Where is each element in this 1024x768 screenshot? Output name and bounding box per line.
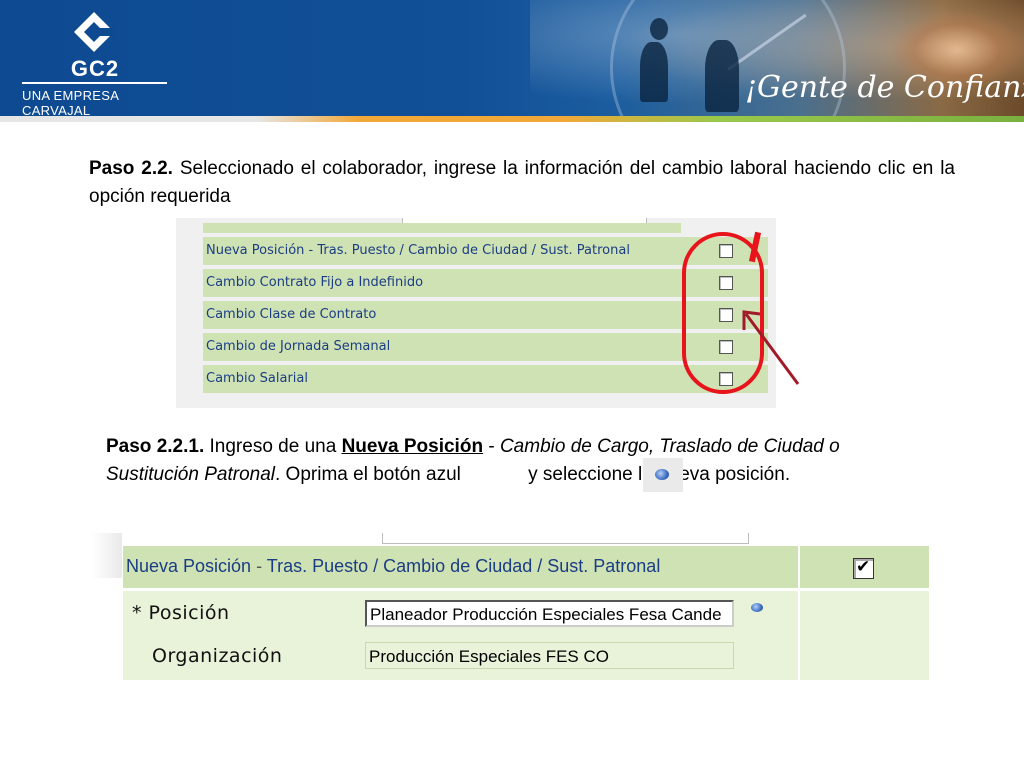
lov-search-icon — [655, 469, 669, 480]
step-text: . Oprima el botón azul — [275, 464, 461, 485]
screenshot-top-strip — [203, 223, 681, 233]
person-silhouette — [650, 18, 668, 40]
form-body: * Posición Planeador Producción Especial… — [123, 591, 798, 680]
step-text: Ingreso de una — [209, 436, 337, 457]
position-label: * Posición — [132, 602, 230, 624]
company-logo: GC2 UNA EMPRESA CARVAJAL — [20, 10, 170, 116]
option-label: Cambio de Jornada Semanal — [206, 339, 391, 354]
logo-text: GC2 — [70, 56, 120, 81]
screenshot-top-frame — [382, 533, 749, 544]
logo-subtitle: UNA EMPRESA CARVAJAL — [22, 88, 119, 116]
person-silhouette — [640, 42, 668, 102]
organization-label: Organización — [152, 645, 283, 667]
slogan: ¡Gente de Confianza! — [745, 70, 1024, 105]
step-dash: - — [488, 436, 495, 457]
step-instruction-sub: Paso 2.2.1. Ingreso de una Nueva Posició… — [106, 433, 926, 489]
option-label: Nueva Posición - Tras. Puesto / Cambio d… — [206, 243, 630, 258]
form-header-label: Nueva Posición - Tras. Puesto / Cambio d… — [126, 556, 660, 577]
header-color-stripe — [0, 116, 1024, 122]
annotation-arrow-icon — [742, 310, 800, 385]
form-screenshot: Nueva Posición - Tras. Puesto / Cambio d… — [92, 533, 932, 683]
option-label: Cambio Salarial — [206, 371, 308, 386]
logo-rule — [22, 82, 167, 84]
checkbox-icon[interactable] — [853, 557, 874, 579]
header-banner: GC2 UNA EMPRESA CARVAJAL ¡Gente de Confi… — [0, 0, 1024, 116]
lov-search-icon[interactable] — [751, 603, 763, 612]
blue-lov-button[interactable] — [643, 458, 683, 492]
position-input[interactable]: Planeador Producción Especiales Fesa Can… — [365, 600, 734, 627]
option-label: Cambio Contrato Fijo a Indefinido — [206, 275, 424, 290]
step-underlined: Nueva Posición — [341, 436, 484, 457]
step-label: Paso 2.2.1. — [106, 436, 205, 457]
step-instruction: Paso 2.2. Seleccionado el colaborador, i… — [89, 155, 955, 211]
form-body-right — [800, 591, 929, 680]
organization-field: Producción Especiales FES CO — [365, 642, 734, 669]
step-label: Paso 2.2. — [89, 158, 173, 179]
step-text: Seleccionado el colaborador, ingrese la … — [89, 158, 955, 207]
form-checkbox-cell — [800, 546, 929, 588]
option-label: Cambio Clase de Contrato — [206, 307, 377, 322]
person-silhouette — [705, 40, 739, 112]
form-header-subtitle: Tras. Puesto / Cambio de Ciudad / Sust. … — [266, 556, 661, 576]
option-row[interactable]: Cambio Salarial — [203, 365, 768, 393]
gc2-logo-icon — [74, 12, 116, 52]
form-header-title: Nueva Posición — [126, 556, 252, 576]
screenshot-edge — [92, 533, 122, 578]
form-header: Nueva Posición - Tras. Puesto / Cambio d… — [123, 546, 798, 588]
form-header-dash: - — [256, 556, 263, 576]
